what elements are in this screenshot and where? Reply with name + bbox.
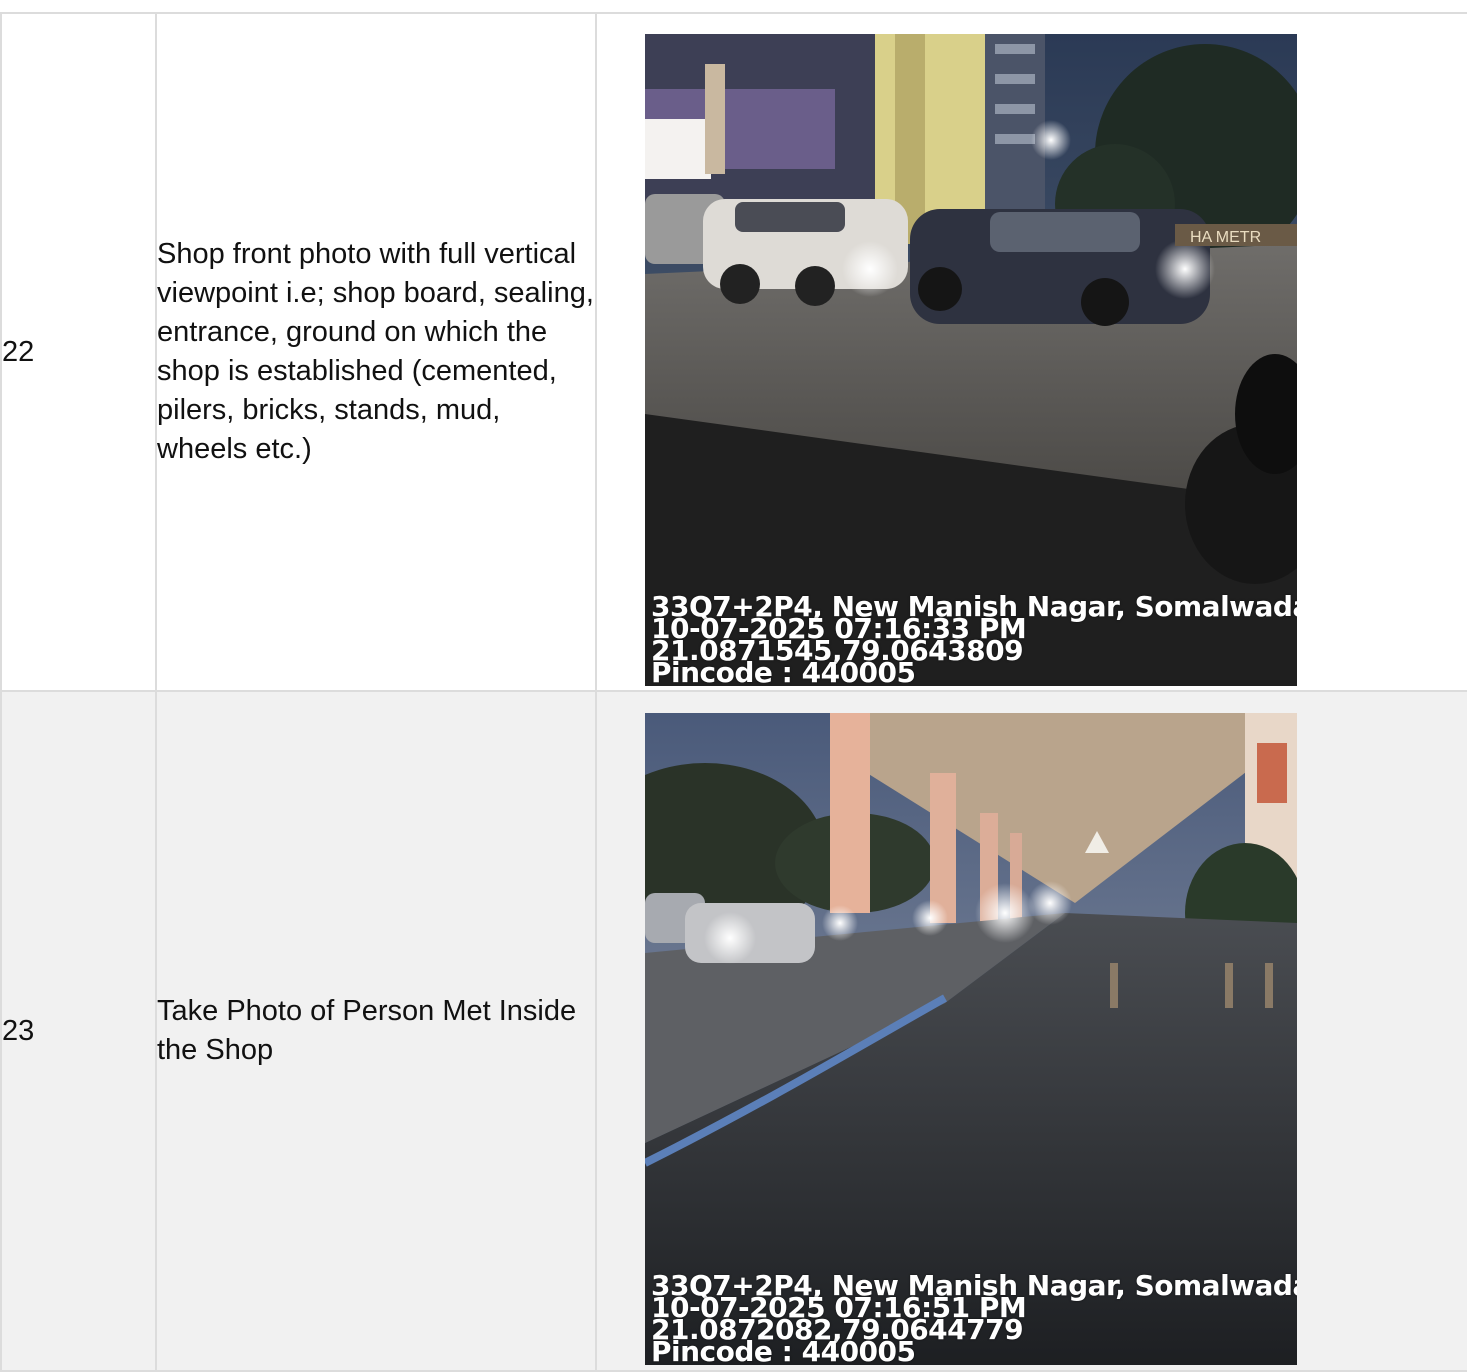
row-number: 22: [0, 12, 157, 692]
metro-road-photo-image: [645, 713, 1297, 1365]
row-description: Take Photo of Person Met Inside the Shop: [155, 690, 597, 1372]
street-night-photo-image: HA METR: [645, 34, 1297, 686]
table-row: 22 Shop front photo with full vertical v…: [0, 12, 1467, 692]
person-met-photo: 33Q7+2P4, New Manish Nagar, Somalwada, 1…: [645, 713, 1297, 1365]
report-table: 22 Shop front photo with full vertical v…: [0, 12, 1467, 1372]
metro-sign-text: HA METR: [1190, 229, 1261, 246]
photo-geotag-stamp: 33Q7+2P4, New Manish Nagar, Somalwada, 1…: [651, 593, 1297, 687]
photo-cell: HA METR 33Q7+2P4, New Manish Nagar, Soma…: [595, 12, 1467, 692]
row-number: 23: [0, 690, 157, 1372]
table-row: 23 Take Photo of Person Met Inside the S…: [0, 690, 1467, 1372]
photo-geotag-stamp: 33Q7+2P4, New Manish Nagar, Somalwada, 1…: [651, 1272, 1297, 1366]
photo-cell: 33Q7+2P4, New Manish Nagar, Somalwada, 1…: [595, 690, 1467, 1372]
row-description: Shop front photo with full vertical view…: [155, 12, 597, 692]
shop-front-photo: HA METR 33Q7+2P4, New Manish Nagar, Soma…: [645, 34, 1297, 686]
